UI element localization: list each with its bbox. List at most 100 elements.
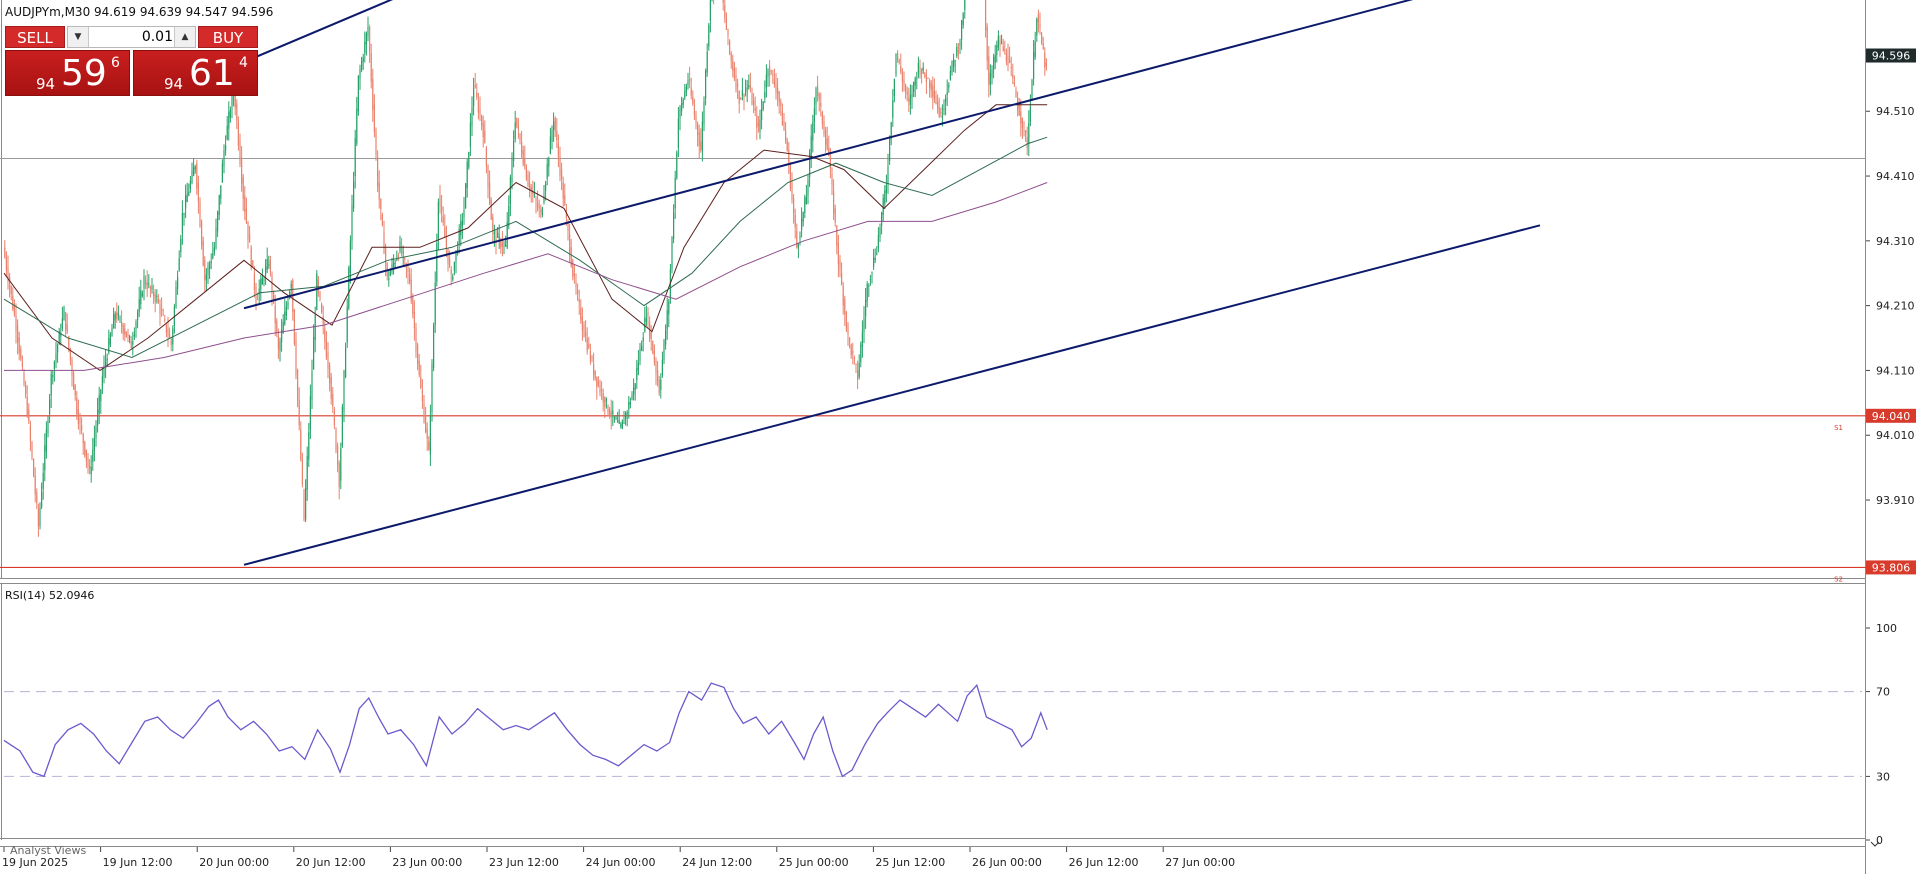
candle-body <box>348 267 350 308</box>
chart-background <box>0 0 1916 874</box>
candle-body <box>4 247 6 258</box>
candle-body <box>882 197 884 215</box>
candle-body <box>437 201 439 239</box>
candle-body <box>210 261 212 264</box>
candle-body <box>177 276 179 289</box>
candle-body <box>516 117 518 127</box>
candle-body <box>93 438 95 450</box>
candle-body <box>89 466 91 469</box>
candle-body <box>999 39 1001 45</box>
candle-body <box>151 285 153 290</box>
candle-body <box>357 75 359 112</box>
time-tick-label: 20 Jun 00:00 <box>199 856 269 869</box>
candle-body <box>97 409 99 426</box>
candle-body <box>637 362 639 371</box>
candle-body <box>801 218 803 231</box>
candle-body <box>919 65 921 75</box>
buy-price-fraction: 4 <box>239 55 248 71</box>
candle-body <box>228 111 230 129</box>
price-chart[interactable]: Pivot94.898S194.040S293.806 94.81094.710… <box>0 0 1916 874</box>
candle-body <box>741 90 743 97</box>
candle-body <box>41 492 43 508</box>
candle-body <box>460 220 462 236</box>
candle-body <box>10 286 12 294</box>
candle-body <box>877 235 879 248</box>
candle-body <box>807 180 809 196</box>
candle-body <box>682 99 684 105</box>
candle-body <box>857 370 859 380</box>
candle-body <box>671 237 673 269</box>
candle-body <box>329 364 331 384</box>
candle-body <box>84 441 86 456</box>
candle-body <box>175 286 177 308</box>
candle-body <box>213 247 215 253</box>
candle-body <box>623 422 625 424</box>
lot-size-input[interactable] <box>90 28 177 46</box>
candle-body <box>783 120 785 131</box>
candle-body <box>657 370 659 382</box>
candle-body <box>964 0 966 10</box>
candle-body <box>313 336 315 370</box>
candle-body <box>474 85 476 88</box>
candle-body <box>580 307 582 321</box>
candle-body <box>663 340 665 360</box>
candle-body <box>612 410 614 415</box>
candle-body <box>666 310 668 330</box>
lot-size-stepper[interactable]: ▼ ▲ <box>67 26 196 48</box>
candle-body <box>535 198 537 201</box>
candle-body <box>42 473 44 489</box>
candle-body <box>625 413 627 420</box>
price-tick-label: 94.410 <box>1876 170 1915 183</box>
candle-body <box>911 94 913 99</box>
candle-body <box>812 122 814 141</box>
candle-body <box>365 33 367 45</box>
candle-body <box>509 177 511 205</box>
candle-body <box>1013 82 1015 85</box>
candle-body <box>906 91 908 95</box>
candle-body <box>297 369 299 400</box>
buy-button[interactable]: BUY <box>198 26 258 48</box>
candle-body <box>13 305 15 315</box>
lot-increase-icon[interactable]: ▲ <box>174 27 195 47</box>
candle-body <box>785 130 787 141</box>
candle-body <box>201 221 203 246</box>
candle-body <box>757 123 759 126</box>
candle-body <box>866 283 868 302</box>
candle-body <box>551 130 553 143</box>
candle-body <box>351 205 353 241</box>
candle-body <box>559 156 561 176</box>
candle-body <box>1036 19 1038 36</box>
candle-body <box>497 232 499 238</box>
time-tick-label: 25 Jun 12:00 <box>875 856 945 869</box>
candle-body <box>266 259 268 270</box>
candle-body <box>698 132 700 147</box>
sell-button[interactable]: SELL <box>5 26 65 48</box>
candle-body <box>220 185 222 199</box>
candle-body <box>378 182 380 200</box>
candle-body <box>517 125 519 130</box>
candle-body <box>617 420 619 422</box>
candle-body <box>737 83 739 88</box>
sell-price-tile[interactable]: 94 59 6 <box>5 50 130 96</box>
candle-body <box>82 433 84 444</box>
level-tag-s2: S2 <box>1834 575 1843 583</box>
candle-body <box>1042 43 1044 50</box>
candle-body <box>217 211 219 232</box>
candle-body <box>506 222 508 248</box>
lot-decrease-icon[interactable]: ▼ <box>68 27 89 47</box>
candle-body <box>940 112 942 114</box>
candle-body <box>833 191 835 214</box>
candle-body <box>521 142 523 155</box>
candle-body <box>618 420 620 424</box>
buy-price-tile[interactable]: 94 61 4 <box>133 50 258 96</box>
candle-body <box>76 397 78 415</box>
candle-body <box>823 120 825 135</box>
candle-body <box>1029 106 1031 123</box>
candle-body <box>537 202 539 208</box>
candle-body <box>31 442 33 458</box>
candle-body <box>25 385 27 394</box>
candle-body <box>370 52 372 82</box>
candle-body <box>353 181 355 209</box>
candle-body <box>727 29 729 35</box>
candle-body <box>621 420 623 429</box>
